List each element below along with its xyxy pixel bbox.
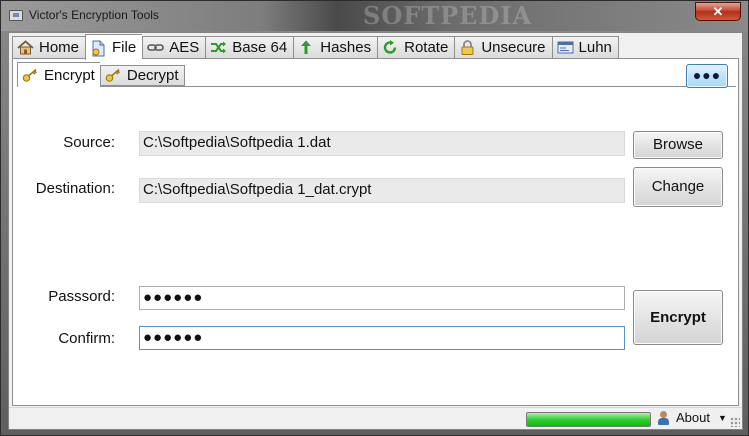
app-icon: [9, 10, 23, 21]
confirm-label: Confirm:: [58, 330, 115, 347]
tab-hashes[interactable]: Hashes: [293, 36, 378, 59]
more-options-button[interactable]: ●●●: [686, 64, 728, 88]
destination-field[interactable]: C:\Softpedia\Softpedia 1_dat.crypt: [139, 178, 625, 203]
source-label: Source:: [63, 134, 115, 151]
watermark-logo: SOFTPEDIA: [363, 1, 533, 30]
confirm-field[interactable]: ●●●●●●: [139, 326, 625, 350]
progress-bar: [526, 412, 651, 427]
rotate-icon: [382, 40, 399, 55]
tab-file[interactable]: File: [85, 34, 143, 60]
shuffle-icon: [210, 40, 227, 55]
user-icon: [657, 410, 670, 425]
subtab-decrypt[interactable]: Decrypt: [99, 65, 185, 86]
tab-home-label: Home: [39, 39, 80, 56]
chevron-down-icon: ▼: [717, 412, 727, 423]
key-icon: [22, 68, 39, 83]
title-bar[interactable]: Victor's Encryption Tools SOFTPEDIA ✕: [1, 1, 748, 31]
home-icon: [17, 40, 34, 55]
key-icon: [105, 68, 122, 83]
close-button[interactable]: ✕: [695, 2, 741, 21]
progress-fill: [527, 413, 650, 426]
encrypt-button[interactable]: Encrypt: [633, 290, 723, 345]
subtab-encrypt[interactable]: Encrypt: [17, 62, 100, 87]
sub-tabs: Encrypt Decrypt: [17, 62, 185, 87]
about-label: About: [676, 410, 710, 425]
app-window: Victor's Encryption Tools SOFTPEDIA ✕ Ho…: [0, 0, 749, 436]
hash-arrow-icon: [298, 40, 315, 55]
source-field[interactable]: C:\Softpedia\Softpedia 1.dat: [139, 131, 625, 156]
tab-aes-label: AES: [169, 39, 200, 56]
client-area: Home File AES Base 64 Hashes Rotate Unse…: [8, 32, 743, 430]
tab-home[interactable]: Home: [12, 36, 86, 59]
window-title: Victor's Encryption Tools: [29, 8, 159, 22]
subtab-divider: [17, 86, 736, 87]
tab-aes[interactable]: AES: [142, 36, 206, 59]
tab-luhn[interactable]: Luhn: [551, 36, 619, 59]
tab-unsecure-label: Unsecure: [481, 39, 546, 56]
subtab-encrypt-label: Encrypt: [44, 66, 95, 84]
status-bar: About ▼: [9, 407, 742, 429]
file-tab-page: Encrypt Decrypt ●●● Source: C:\Softpedia…: [12, 58, 739, 406]
resize-grip[interactable]: [730, 417, 740, 427]
tab-base64[interactable]: Base 64: [205, 36, 294, 59]
chain-link-icon: [147, 40, 164, 55]
tab-rotate-label: Rotate: [404, 39, 449, 56]
tab-unsecure[interactable]: Unsecure: [454, 36, 552, 59]
main-tabs: Home File AES Base 64 Hashes Rotate Unse…: [12, 34, 619, 60]
change-button[interactable]: Change: [633, 167, 723, 207]
password-field[interactable]: ●●●●●●: [139, 286, 625, 310]
destination-label: Destination:: [35, 180, 115, 197]
password-label: Passsord:: [48, 288, 115, 305]
subtab-decrypt-label: Decrypt: [126, 67, 179, 84]
tab-rotate[interactable]: Rotate: [377, 36, 455, 59]
tab-luhn-label: Luhn: [578, 39, 612, 56]
tab-file-label: File: [112, 39, 137, 56]
tab-base64-label: Base 64: [232, 39, 288, 56]
browse-button[interactable]: Browse: [633, 131, 723, 159]
card-icon: [557, 40, 574, 55]
tab-hashes-label: Hashes: [320, 39, 372, 56]
file-icon: [90, 40, 107, 57]
padlock-icon: [459, 40, 476, 55]
about-button[interactable]: About ▼: [657, 410, 727, 425]
